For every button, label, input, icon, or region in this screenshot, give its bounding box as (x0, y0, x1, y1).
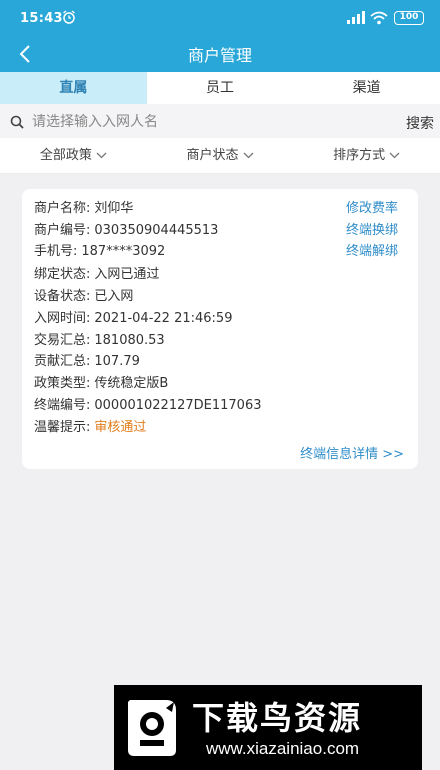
page-title: 商户管理 (187, 46, 252, 65)
banner-name: 下载鸟资源 (192, 699, 363, 737)
filter-merchant-status[interactable]: 商户状态 (147, 138, 294, 173)
bind-status: 入网已通过 (94, 267, 160, 282)
merchant-id: 030350904445513 (94, 223, 219, 238)
nav-bar: 商户管理 (0, 36, 440, 72)
phone-number: 187****3092 (81, 244, 166, 259)
filter-policy[interactable]: 全部政策 (0, 138, 147, 173)
field-label: 手机号: (34, 244, 78, 259)
policy-type: 传统稳定版B (94, 376, 169, 391)
terminal-unbind-button[interactable]: 终端解绑 (346, 240, 398, 259)
bird-logo-icon (128, 700, 176, 756)
chevron-down-icon (243, 152, 253, 159)
policy-type-row: 政策类型: 传统稳定版B (34, 372, 168, 391)
search-input[interactable] (32, 111, 372, 133)
filter-merchant-status-label: 商户状态 (186, 148, 239, 163)
contribution-total: 107.79 (94, 354, 140, 369)
field-label: 交易汇总: (34, 333, 91, 348)
field-label: 温馨提示: (34, 420, 91, 435)
filter-bar: 全部政策 商户状态 排序方式 (0, 138, 440, 174)
status-time: 15:43 (20, 11, 63, 26)
phone-row: 手机号: 187****3092 (34, 240, 165, 259)
modify-rate-button[interactable]: 修改费率 (346, 197, 398, 216)
tab-direct[interactable]: 直属 (0, 72, 147, 104)
terminal-details-link[interactable]: 终端信息详情 >> (300, 443, 404, 462)
chevron-down-icon (96, 152, 107, 159)
tab-bar: 直属 员工 渠道 (0, 72, 440, 104)
bind-status-row: 绑定状态: 入网已通过 (34, 263, 159, 282)
merchant-card: 商户名称: 刘仰华 商户编号: 030350904445513 手机号: 187***… (22, 189, 418, 469)
device-status: 已入网 (94, 289, 134, 304)
terminal-rebind-button[interactable]: 终端换绑 (346, 219, 398, 238)
transaction-total: 181080.53 (94, 333, 165, 348)
merchant-name: 刘仰华 (94, 201, 134, 216)
chevron-down-icon (389, 152, 400, 159)
wifi-icon (370, 11, 388, 25)
field-label: 商户名称: (34, 201, 91, 216)
app-header: 15:43 100 商户管理 (0, 0, 440, 72)
tab-channel[interactable]: 渠道 (293, 72, 440, 104)
search-icon (10, 115, 24, 129)
device-status-row: 设备状态: 已入网 (34, 285, 133, 304)
filter-sort-label: 排序方式 (333, 148, 386, 163)
tab-staff[interactable]: 员工 (147, 72, 294, 104)
field-label: 商户编号: (34, 223, 91, 238)
filter-sort[interactable]: 排序方式 (293, 138, 440, 173)
status-bar: 15:43 100 (0, 0, 440, 36)
terminal-id: 000001022127DE117063 (94, 398, 262, 413)
alarm-icon (63, 10, 75, 24)
field-label: 贡献汇总: (34, 354, 91, 369)
merchant-name-row: 商户名称: 刘仰华 (34, 197, 133, 216)
watermark-banner: 下载鸟资源 www.xiazainiao.com (114, 685, 422, 770)
field-label: 设备状态: (34, 289, 91, 304)
join-time-row: 入网时间: 2021-04-22 21:46:59 (34, 307, 232, 326)
search-button[interactable]: 搜索 (406, 113, 434, 133)
filter-policy-label: 全部政策 (39, 148, 92, 163)
transaction-total-row: 交易汇总: 181080.53 (34, 329, 165, 348)
search-bar: 搜索 (0, 104, 440, 138)
notice-row: 温馨提示: 审核通过 (34, 416, 146, 435)
field-label: 入网时间: (34, 311, 91, 326)
contribution-total-row: 贡献汇总: 107.79 (34, 350, 140, 369)
signal-icon (347, 11, 365, 24)
terminal-id-row: 终端编号: 000001022127DE117063 (34, 394, 262, 413)
notice-status: 审核通过 (94, 420, 147, 435)
join-time: 2021-04-22 21:46:59 (94, 311, 233, 326)
banner-url: www.xiazainiao.com (206, 739, 360, 758)
field-label: 绑定状态: (34, 267, 91, 282)
battery-icon: 100 (394, 11, 424, 25)
merchant-id-row: 商户编号: 030350904445513 (34, 219, 218, 238)
field-label: 政策类型: (34, 376, 91, 391)
field-label: 终端编号: (34, 398, 91, 413)
